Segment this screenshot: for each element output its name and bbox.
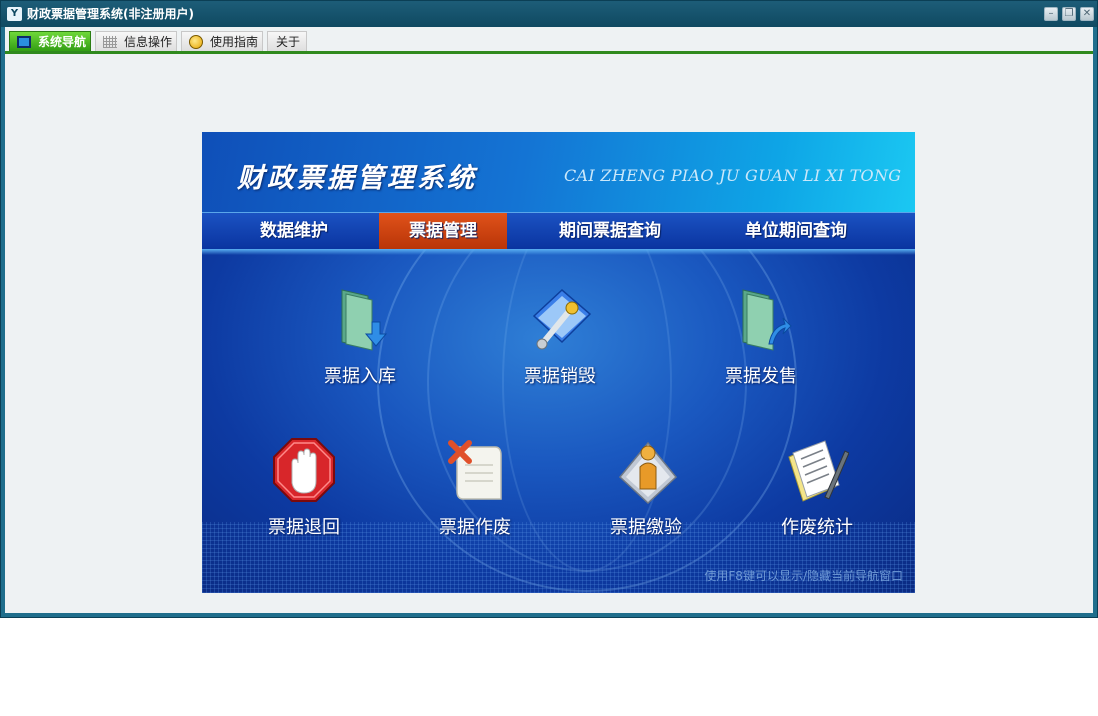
- panel-subtitle: CAI ZHENG PIAO JU GUAN LI XI TONG: [564, 166, 902, 185]
- action-void-statistics[interactable]: 作废统计: [757, 437, 877, 547]
- action-label: 票据退回: [268, 517, 340, 538]
- action-label: 票据缴验: [610, 517, 682, 538]
- title-bar[interactable]: Y 财政票据管理系统(非注册用户) – ❐ ✕: [1, 1, 1097, 27]
- menu-glow: [202, 249, 915, 255]
- help-icon: [189, 35, 203, 49]
- folder-upload-icon: [742, 289, 792, 351]
- action-ticket-stock-in[interactable]: 票据入库: [300, 286, 420, 396]
- navigation-panel: 财政票据管理系统 CAI ZHENG PIAO JU GUAN LI XI TO…: [202, 132, 915, 593]
- stop-hand-icon: [273, 438, 335, 502]
- action-ticket-return[interactable]: 票据退回: [244, 437, 364, 547]
- tab-about[interactable]: 关于: [267, 31, 307, 52]
- tab-bar: 系统导航 信息操作 使用指南 关于: [5, 27, 1093, 54]
- monitor-icon: [17, 36, 31, 48]
- app-window: Y 财政票据管理系统(非注册用户) – ❐ ✕ 系统导航 信息操作 使用指南 关…: [0, 0, 1098, 618]
- action-label: 作废统计: [781, 517, 853, 538]
- app-logo-icon: Y: [7, 7, 22, 21]
- tab-info-ops[interactable]: 信息操作: [95, 31, 177, 52]
- menu-data-maintenance[interactable]: 数据维护: [234, 213, 354, 249]
- user-badge-icon: [618, 441, 678, 505]
- tab-label: 信息操作: [124, 35, 173, 49]
- document-pen-icon: [788, 440, 849, 502]
- tab-label: 系统导航: [38, 35, 87, 49]
- menu-unit-period-query[interactable]: 单位期间查询: [726, 213, 866, 249]
- action-ticket-inspection[interactable]: 票据缴验: [586, 437, 706, 547]
- action-label: 票据销毁: [524, 366, 596, 387]
- action-ticket-void[interactable]: 票据作废: [415, 437, 535, 547]
- restore-button[interactable]: ❐: [1062, 7, 1076, 21]
- module-menu: 数据维护 票据管理 期间票据查询 单位期间查询: [202, 212, 915, 249]
- folder-download-icon: [341, 289, 388, 351]
- tab-user-guide[interactable]: 使用指南: [181, 31, 263, 52]
- document-cancel-icon: [448, 440, 502, 500]
- window-title: 财政票据管理系统(非注册用户): [27, 7, 194, 21]
- action-ticket-destroy[interactable]: 票据销毁: [500, 286, 620, 396]
- minimize-button[interactable]: –: [1044, 7, 1058, 21]
- client-area: 系统导航 信息操作 使用指南 关于 财政票据管理系统 CAI ZHENG PIA…: [5, 27, 1093, 613]
- tab-label: 使用指南: [210, 35, 259, 49]
- menu-period-ticket-query[interactable]: 期间票据查询: [540, 213, 680, 249]
- menu-ticket-management[interactable]: 票据管理: [379, 213, 507, 249]
- tab-system-nav[interactable]: 系统导航: [9, 31, 91, 52]
- action-ticket-sale[interactable]: 票据发售: [701, 286, 821, 396]
- f8-hint: 使用F8键可以显示/隐藏当前导航窗口: [704, 569, 903, 583]
- grid-icon: [103, 36, 117, 48]
- action-label: 票据作废: [439, 517, 511, 538]
- wrench-book-icon: [532, 288, 592, 350]
- close-button[interactable]: ✕: [1080, 7, 1094, 21]
- action-label: 票据入库: [324, 366, 396, 387]
- tab-divider: [5, 51, 1093, 54]
- tab-label: 关于: [276, 35, 301, 49]
- panel-header: 财政票据管理系统 CAI ZHENG PIAO JU GUAN LI XI TO…: [202, 132, 915, 212]
- panel-title: 财政票据管理系统: [237, 163, 477, 194]
- action-label: 票据发售: [725, 366, 797, 387]
